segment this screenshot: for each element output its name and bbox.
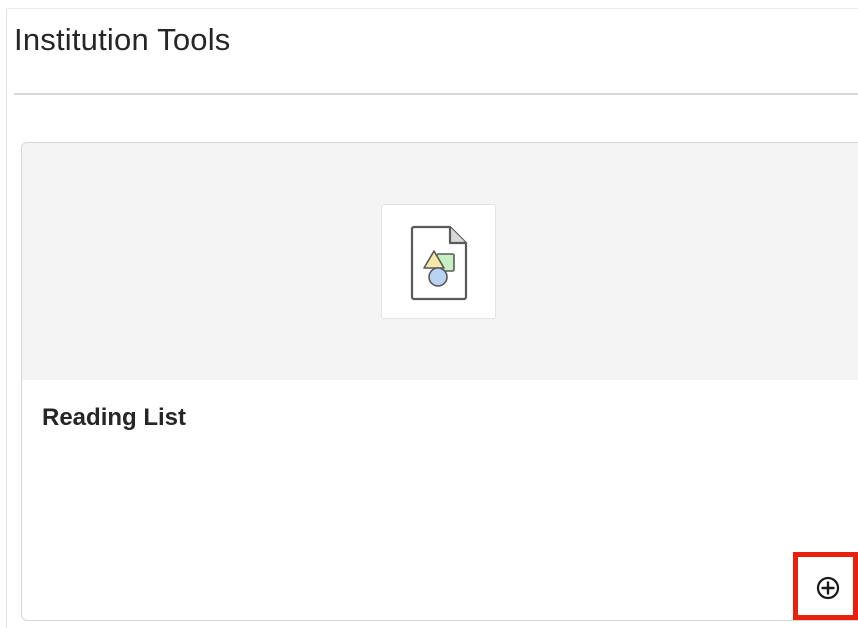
add-tool-button[interactable] <box>816 576 840 600</box>
document-shapes-icon <box>410 225 468 301</box>
add-circle-icon <box>816 576 840 600</box>
section-title: Institution Tools <box>14 22 231 57</box>
left-border <box>6 8 7 628</box>
tool-card-title[interactable]: Reading List <box>42 404 186 432</box>
tool-icon-tile <box>381 204 496 319</box>
add-button-highlight <box>793 552 858 620</box>
tool-card-reading-list[interactable]: Reading List <box>21 142 858 621</box>
top-border <box>6 8 858 9</box>
card-banner <box>22 143 858 380</box>
institution-tools-page: Institution Tools Reading List <box>0 0 858 628</box>
title-divider <box>14 93 858 95</box>
